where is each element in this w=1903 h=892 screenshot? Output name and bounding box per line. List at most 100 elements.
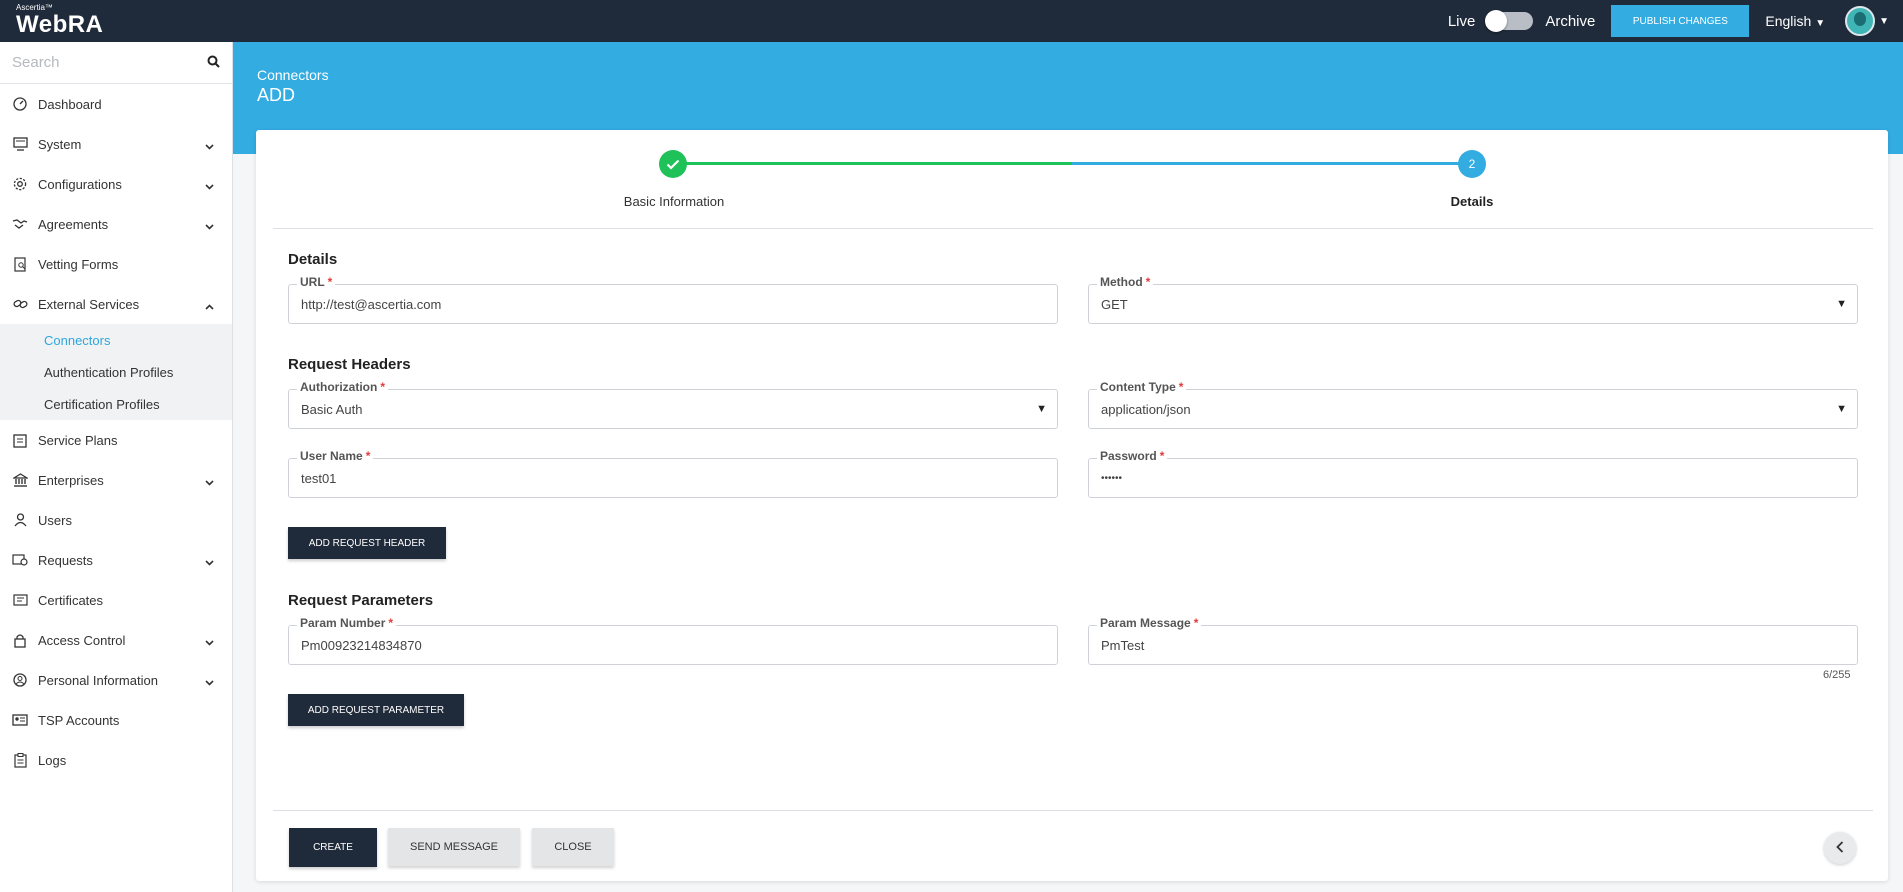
sidebar-item-label: Vetting Forms — [38, 256, 119, 272]
content-type-select[interactable]: Content Type * application/json ▼ — [1088, 380, 1858, 429]
user-icon — [12, 512, 28, 528]
sidebar-item-system[interactable]: System — [0, 124, 232, 164]
chevron-down-icon — [205, 218, 214, 233]
char-counter: 6/255 — [1823, 669, 1851, 681]
content-type-label: Content Type * — [1097, 380, 1187, 394]
stepper-progress-current — [1072, 162, 1472, 165]
param-number-field[interactable]: Param Number * Pm00923214834870 — [288, 616, 1058, 665]
content-type-value: application/json — [1101, 402, 1191, 417]
username-field[interactable]: User Name * test01 — [288, 449, 1058, 498]
person-circle-icon — [12, 672, 28, 688]
details-heading: Details — [288, 251, 338, 268]
sidebar-item-label: Dashboard — [38, 96, 102, 112]
sidebar-item-service-plans[interactable]: Service Plans — [0, 420, 232, 460]
sidebar-search — [0, 42, 232, 84]
param-message-field[interactable]: Param Message * PmTest — [1088, 616, 1858, 665]
chevron-down-icon — [205, 178, 214, 193]
param-message-value: PmTest — [1101, 638, 1145, 653]
dropdown-arrow-icon: ▼ — [1036, 403, 1047, 415]
send-message-button[interactable]: SEND MESSAGE — [388, 828, 520, 866]
sidebar-item-personal-information[interactable]: Personal Information — [0, 660, 232, 700]
username-value: test01 — [301, 471, 337, 486]
method-label: Method * — [1097, 275, 1154, 289]
password-label: Password * — [1097, 449, 1168, 463]
step-2-badge[interactable]: 2 — [1458, 150, 1486, 178]
sidebar-item-tsp-accounts[interactable]: TSP Accounts — [0, 700, 232, 740]
close-button[interactable]: CLOSE — [532, 828, 614, 866]
sidebar-subitem-certification-profiles[interactable]: Certification Profiles — [0, 388, 232, 420]
step-2-label: Details — [1450, 194, 1494, 209]
sidebar-item-label: System — [38, 136, 82, 152]
stepper: 2 Basic Information Details — [256, 130, 1888, 230]
sidebar-item-agreements[interactable]: Agreements — [0, 204, 232, 244]
dashboard-icon — [12, 96, 28, 112]
authorization-label: Authorization * — [297, 380, 388, 394]
live-archive-toggle[interactable] — [1485, 10, 1534, 32]
vetting-icon — [12, 256, 28, 272]
dropdown-arrow-icon: ▼ — [1836, 298, 1847, 310]
sidebar-subitem-connectors[interactable]: Connectors — [0, 324, 232, 356]
add-request-header-button[interactable]: ADD REQUEST HEADER — [288, 527, 446, 559]
sidebar-item-enterprises[interactable]: Enterprises — [0, 460, 232, 500]
language-label: English — [1765, 13, 1812, 29]
sidebar-item-external-services[interactable]: External Services — [0, 284, 232, 324]
sidebar-item-label: Configurations — [38, 176, 122, 192]
sidebar-item-requests[interactable]: Requests — [0, 540, 232, 580]
sidebar-item-users[interactable]: Users — [0, 500, 232, 540]
sidebar-item-logs[interactable]: Logs — [0, 740, 232, 780]
add-request-parameter-button[interactable]: ADD REQUEST PARAMETER — [288, 694, 464, 726]
chevron-down-icon — [205, 138, 214, 153]
password-field[interactable]: Password * •••••• — [1088, 449, 1858, 498]
search-icon[interactable] — [207, 55, 220, 71]
sidebar-item-certificates[interactable]: Certificates — [0, 580, 232, 620]
top-bar: Ascertia™ WebRA Live Archive PUBLISH CHA… — [0, 0, 1903, 42]
user-menu-caret-icon[interactable]: ▼ — [1879, 16, 1889, 27]
sidebar-item-label: Certificates — [38, 592, 104, 608]
language-selector[interactable]: English ▼ — [1765, 13, 1825, 29]
step-1-check-icon[interactable] — [659, 150, 687, 178]
chevron-up-icon — [205, 298, 214, 313]
chevron-down-icon — [205, 474, 214, 489]
breadcrumb[interactable]: Connectors — [257, 67, 329, 83]
sidebar-item-label: Logs — [38, 752, 67, 768]
sidebar-subitem-authentication-profiles[interactable]: Authentication Profiles — [0, 356, 232, 388]
param-number-label: Param Number * — [297, 616, 397, 630]
system-icon — [12, 136, 28, 152]
param-number-value: Pm00923214834870 — [301, 638, 422, 653]
chevron-down-icon — [205, 674, 214, 689]
param-message-label: Param Message * — [1097, 616, 1202, 630]
collapse-button[interactable] — [1824, 832, 1856, 864]
brand-name: WebRA — [16, 11, 104, 38]
page-title: ADD — [257, 85, 296, 105]
sidebar-item-label: Access Control — [38, 632, 126, 648]
sidebar-item-label: Users — [38, 512, 72, 528]
sidebar: Dashboard System Configurations Agreemen… — [0, 42, 233, 892]
link-icon — [12, 296, 28, 312]
create-button[interactable]: CREATE — [289, 828, 377, 867]
sidebar-item-label: TSP Accounts — [38, 712, 120, 728]
lock-icon — [12, 632, 28, 648]
sidebar-item-access-control[interactable]: Access Control — [0, 620, 232, 660]
certificate-icon — [12, 592, 28, 608]
chevron-left-icon — [1836, 840, 1844, 856]
request-headers-heading: Request Headers — [288, 356, 411, 373]
search-input[interactable] — [0, 42, 200, 82]
sidebar-item-vetting-forms[interactable]: Vetting Forms — [0, 244, 232, 284]
sidebar-item-dashboard[interactable]: Dashboard — [0, 84, 232, 124]
sidebar-item-label: Enterprises — [38, 472, 104, 488]
avatar[interactable] — [1845, 6, 1876, 36]
stepper-progress-done — [672, 162, 1072, 165]
live-label: Live — [1447, 12, 1476, 30]
requests-icon — [12, 552, 28, 568]
sidebar-item-label: Personal Information — [38, 672, 158, 688]
caret-down-icon: ▼ — [1815, 18, 1826, 29]
method-select[interactable]: Method * GET ▼ — [1088, 275, 1858, 324]
brand-logo: Ascertia™ WebRA — [16, 3, 103, 38]
username-label: User Name * — [297, 449, 374, 463]
url-field[interactable]: URL * http://test@ascertia.com — [288, 275, 1058, 324]
url-label: URL * — [297, 275, 336, 289]
toggle-knob — [1485, 10, 1508, 32]
publish-changes-button[interactable]: PUBLISH CHANGES — [1611, 5, 1750, 37]
authorization-select[interactable]: Authorization * Basic Auth ▼ — [288, 380, 1058, 429]
sidebar-item-configurations[interactable]: Configurations — [0, 164, 232, 204]
